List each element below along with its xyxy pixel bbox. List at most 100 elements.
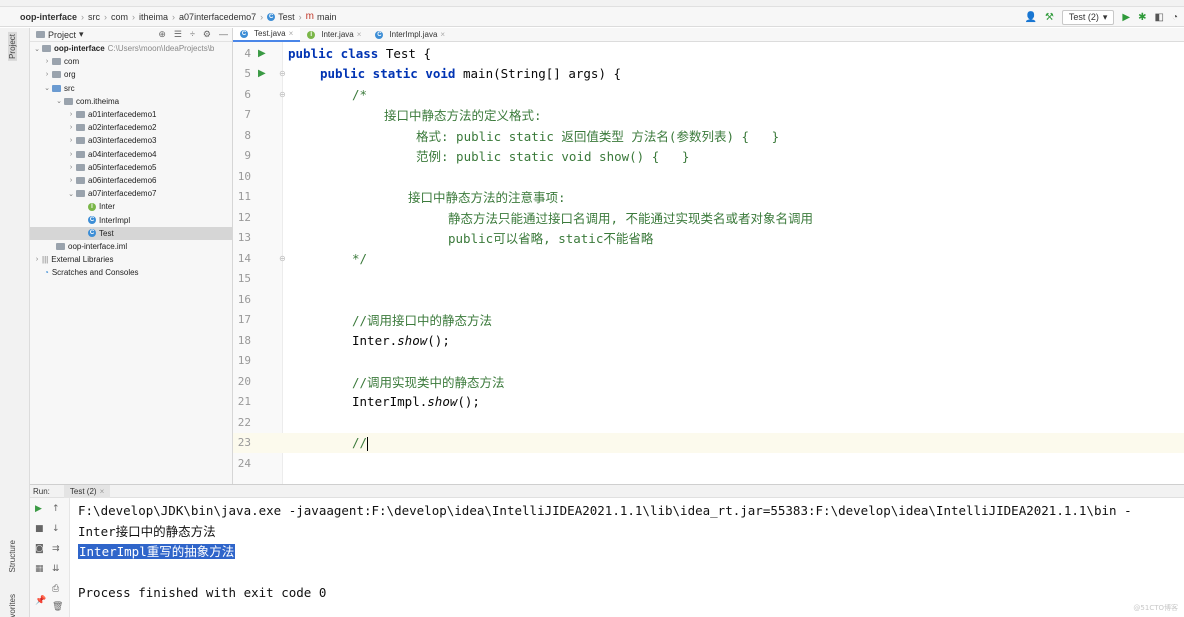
breadcrumb-class[interactable]: Test [278, 12, 295, 22]
package-icon [76, 124, 85, 132]
profile-icon[interactable]: ◔ [1172, 12, 1178, 23]
camera-icon[interactable]: ◙ [35, 544, 44, 554]
line-number: 20 [237, 374, 251, 388]
tree-item-root[interactable]: ⌄ oop-interface C:\Users\moon\IdeaProjec… [30, 42, 232, 55]
breadcrumb-project[interactable]: oop-interface [20, 12, 77, 22]
code-line: 15 [233, 269, 1184, 290]
rerun-icon[interactable]: ▶ [35, 504, 42, 514]
tree-item-org[interactable]: › org [30, 68, 232, 81]
project-panel-title[interactable]: Project [48, 30, 76, 40]
class-icon: C [240, 29, 248, 38]
code-text: 静态方法只能通过接口名调用, 不能通过实现类名或者对象名调用 [448, 210, 814, 226]
tab-test-java[interactable]: C Test.java × [233, 28, 301, 42]
run-gutter-icon[interactable]: ▶ [258, 68, 266, 79]
project-tool-button[interactable]: Project [8, 32, 17, 61]
tree-item-package[interactable]: › a05interfacedemo5 [30, 161, 232, 174]
breadcrumb-itheima[interactable]: itheima [139, 12, 168, 22]
tree-item-com[interactable]: › com [30, 55, 232, 68]
debug-icon[interactable]: ✱ [1138, 12, 1146, 23]
structure-tool-button[interactable]: Structure [8, 540, 17, 572]
line-number: 22 [237, 415, 251, 429]
tree-item-label: com [64, 57, 80, 67]
tree-item-interimpl[interactable]: C InterImpl [30, 213, 232, 226]
chevron-right-icon[interactable]: › [42, 58, 52, 65]
tree-item-inter[interactable]: I Inter [30, 200, 232, 213]
line-number: 4 [244, 46, 251, 60]
tree-item-package[interactable]: › a03interfacedemo3 [30, 134, 232, 147]
chevron-right-icon[interactable]: › [66, 151, 76, 158]
user-icon[interactable]: 👤 [1024, 12, 1036, 23]
scroll-down-icon[interactable]: ↓ [52, 524, 60, 534]
tab-interimpl-java[interactable]: C InterImpl.java × [368, 28, 452, 42]
class-icon: C [88, 229, 96, 238]
chevron-down-icon[interactable]: ⌄ [66, 190, 76, 198]
run-panel-label: Run: [33, 486, 50, 496]
tree-item-package[interactable]: › a01interfacedemo1 [30, 108, 232, 121]
chevron-down-icon[interactable]: ⌄ [54, 97, 64, 105]
breadcrumb-method[interactable]: main [317, 12, 337, 22]
pin-icon[interactable]: 📌 [35, 596, 46, 606]
layout-icon[interactable]: ▦ [35, 564, 44, 574]
tree-item-iml[interactable]: oop-interface.iml [30, 240, 232, 253]
tree-item-external-libraries[interactable]: › ||| External Libraries [30, 253, 232, 266]
favorites-tool-button[interactable]: Favorites [8, 594, 17, 617]
tree-item-label: a06interfacedemo6 [88, 175, 157, 185]
line-number: 23 [237, 436, 251, 450]
gear-icon[interactable]: ⚙ [203, 29, 211, 40]
chevron-right-icon[interactable]: › [66, 124, 76, 131]
tree-item-scratches[interactable]: ◔ Scratches and Consoles [30, 266, 232, 279]
tree-item-package[interactable]: › a02interfacedemo2 [30, 121, 232, 134]
selected-text: InterImpl重写的抽象方法 [78, 544, 236, 559]
chevron-right-icon[interactable]: › [66, 111, 76, 118]
breadcrumb-src[interactable]: src [88, 12, 100, 22]
scroll-up-icon[interactable]: ↑ [52, 504, 60, 514]
tree-item-package[interactable]: ⌄ a07interfacedemo7 [30, 187, 232, 200]
chevron-right-icon[interactable]: › [66, 164, 76, 171]
coverage-icon[interactable]: ◧ [1155, 12, 1164, 23]
fold-icon[interactable]: ⊖ [279, 90, 286, 99]
close-icon[interactable]: × [440, 30, 445, 39]
close-icon[interactable]: × [357, 30, 362, 39]
console-output[interactable]: F:\develop\JDK\bin\java.exe -javaagent:F… [78, 501, 1184, 604]
fold-icon[interactable]: ⊖ [279, 254, 286, 263]
trash-icon[interactable]: 🗑 [52, 602, 63, 612]
minimize-icon[interactable]: — [219, 29, 228, 40]
run-configuration-select[interactable]: Test (2) ▾ [1061, 9, 1115, 25]
collapse-icon[interactable]: ☰ [174, 29, 182, 40]
fold-icon[interactable]: ⊖ [279, 69, 286, 78]
locate-icon[interactable]: ⊕ [158, 29, 166, 40]
stop-icon[interactable]: ■ [35, 524, 44, 534]
library-icon: ||| [42, 255, 49, 265]
chevron-down-icon: ▾ [79, 29, 84, 39]
print-icon[interactable]: ⎙ [52, 584, 59, 594]
close-icon[interactable]: × [289, 29, 294, 38]
tree-item-package[interactable]: ⌄ com.itheima [30, 95, 232, 108]
chevron-right-icon[interactable]: › [32, 256, 42, 263]
project-panel: Project ▾ ⊕ ☰ ÷ ⚙ — ⌄ oop-interface C:\U… [30, 28, 233, 484]
run-gutter-icon[interactable]: ▶ [258, 48, 266, 59]
tree-item-package[interactable]: › a04interfacedemo4 [30, 148, 232, 161]
run-icon[interactable]: ▶ [1122, 12, 1130, 23]
chevron-right-icon[interactable]: › [66, 137, 76, 144]
tree-item-test[interactable]: C Test [30, 226, 232, 240]
build-hammer-icon[interactable]: ⚒ [1045, 12, 1054, 23]
scroll-end-icon[interactable]: ⇊ [52, 564, 60, 574]
tree-item-label: a04interfacedemo4 [88, 149, 157, 159]
code-text: InterImpl.show(); [352, 394, 480, 410]
folder-icon [52, 71, 61, 79]
run-tab[interactable]: Test (2) × [63, 484, 111, 498]
chevron-right-icon[interactable]: › [66, 177, 76, 184]
breadcrumb-package[interactable]: a07interfacedemo7 [179, 12, 256, 22]
expand-icon[interactable]: ÷ [190, 29, 195, 40]
tree-item-src[interactable]: ⌄ src [30, 82, 232, 95]
chevron-down-icon[interactable]: ⌄ [42, 84, 52, 92]
tab-inter-java[interactable]: I Inter.java × [300, 28, 368, 42]
chevron-right-icon[interactable]: › [42, 71, 52, 78]
close-icon[interactable]: × [100, 487, 105, 496]
chevron-down-icon[interactable]: ⌄ [32, 45, 42, 53]
soft-wrap-icon[interactable]: ⇉ [52, 544, 60, 554]
breadcrumb-com[interactable]: com [111, 12, 128, 22]
code-area[interactable]: 4 ▶ public class Test { 5 ▶ ⊖ public sta… [233, 43, 1184, 474]
tree-item-package[interactable]: › a06interfacedemo6 [30, 174, 232, 187]
tree-item-label: External Libraries [51, 255, 114, 265]
